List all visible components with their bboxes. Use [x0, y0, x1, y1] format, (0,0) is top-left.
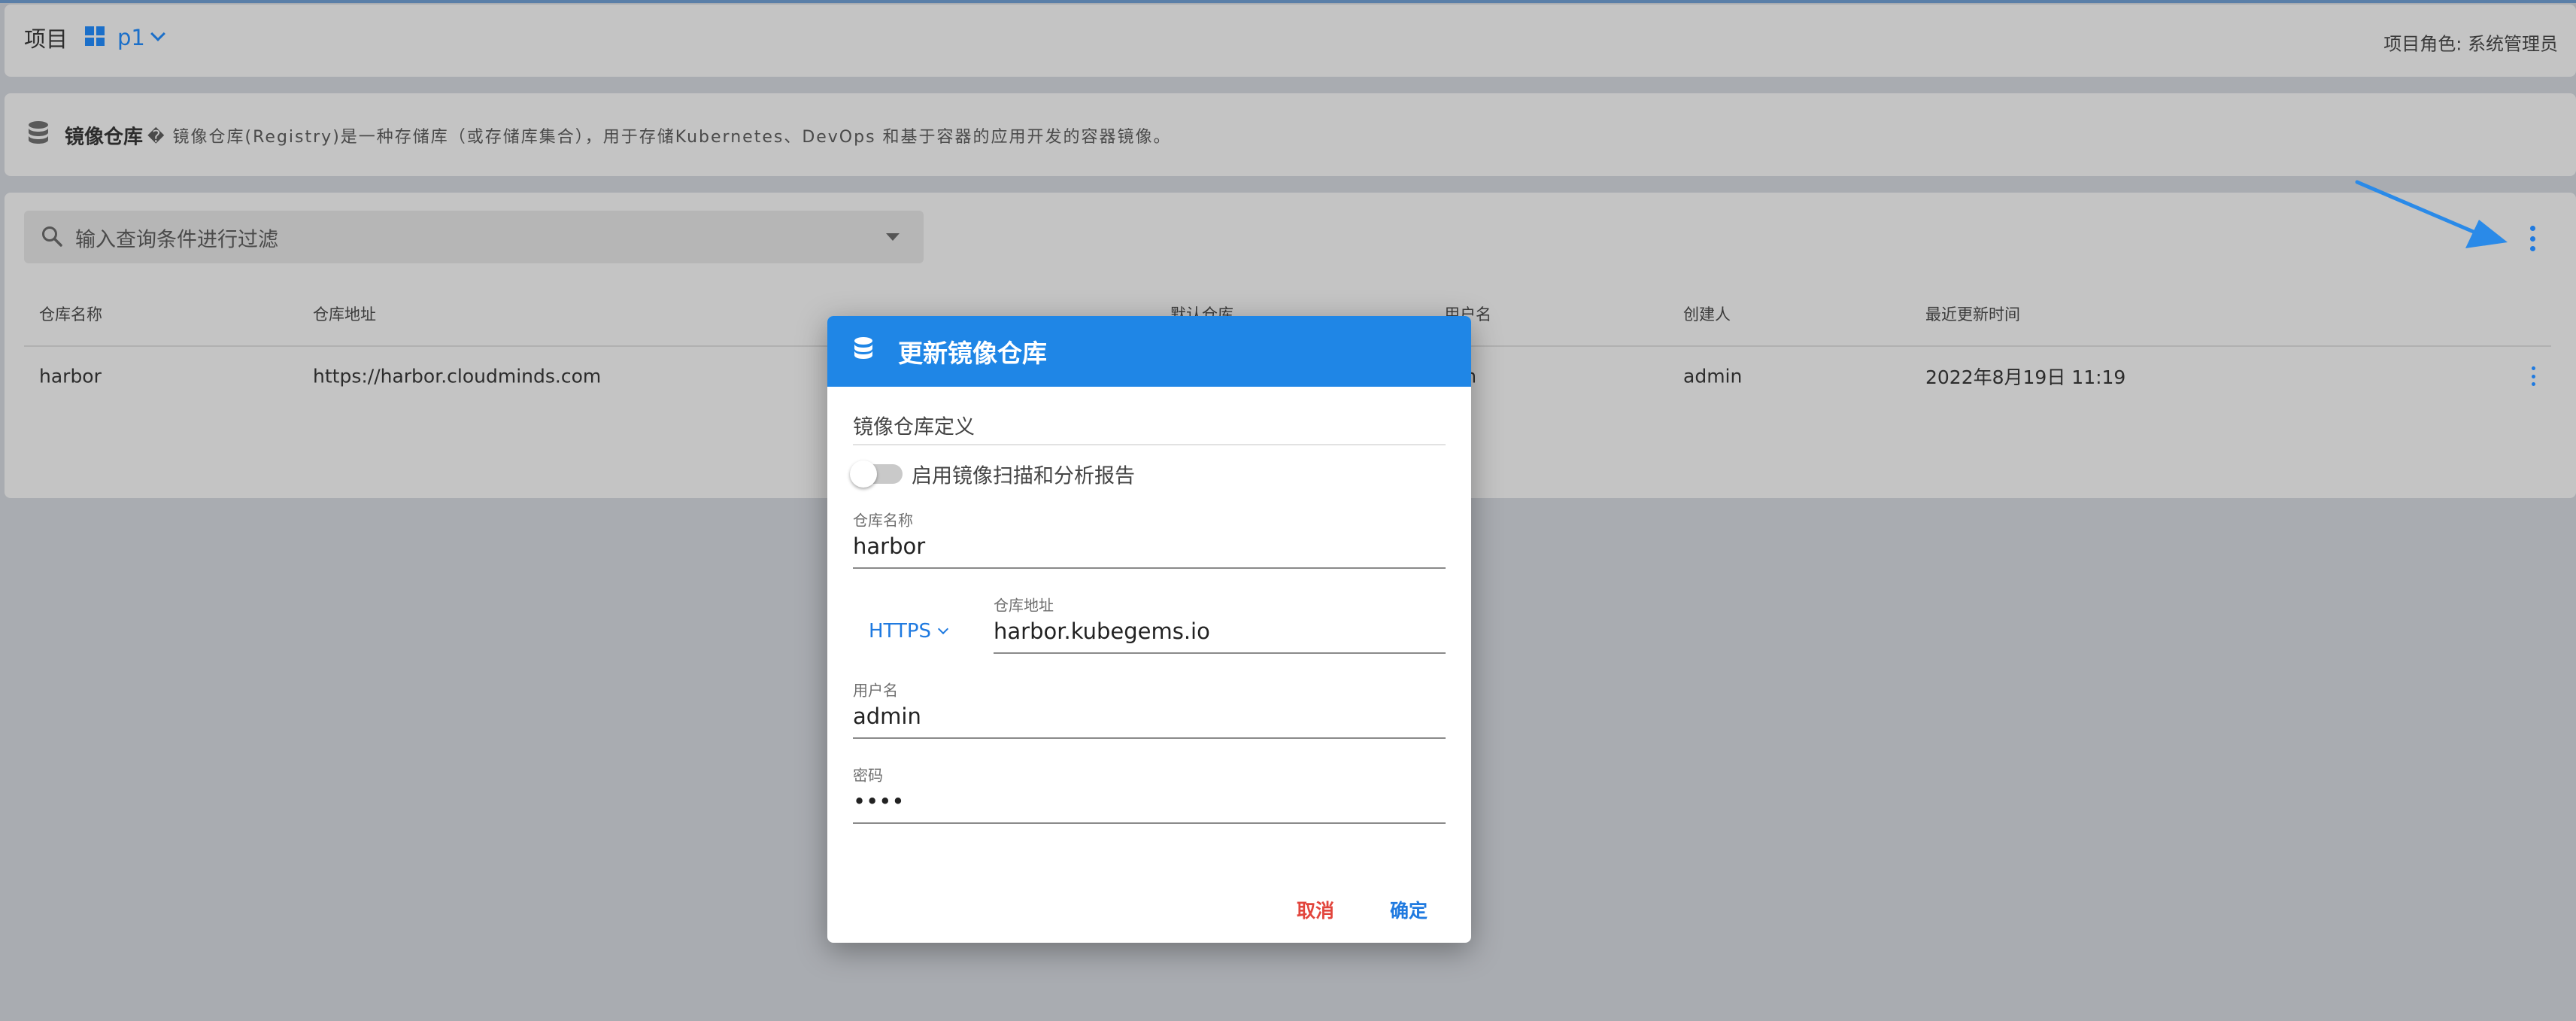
username-field[interactable]: admin	[853, 703, 921, 729]
grid-icon	[85, 26, 105, 46]
chevron-down-icon[interactable]	[937, 623, 949, 635]
dialog-title: 更新镜像仓库	[898, 339, 1047, 368]
more-vertical-icon[interactable]	[2528, 366, 2538, 386]
column-header: 最近更新时间	[1925, 305, 2020, 324]
scan-toggle-thumb[interactable]	[850, 460, 877, 488]
registry-title: 镜像仓库	[65, 126, 144, 149]
table-cell-name: harbor	[39, 365, 102, 387]
top-accent-line	[0, 0, 2576, 3]
section-divider	[853, 444, 1446, 445]
database-icon	[29, 121, 48, 144]
database-icon	[854, 337, 872, 359]
username-field-underline	[853, 737, 1446, 739]
scan-toggle-label: 启用镜像扫描和分析报告	[912, 464, 1135, 488]
column-header: 仓库名称	[39, 305, 102, 324]
username-field-label: 用户名	[853, 681, 898, 700]
column-header: 创建人	[1683, 305, 1731, 324]
section-title: 镜像仓库定义	[853, 415, 975, 439]
search-icon	[42, 226, 62, 247]
table-cell-creator: admin	[1683, 365, 1743, 387]
name-field-underline	[853, 567, 1446, 569]
name-field[interactable]: harbor	[853, 533, 925, 559]
table-cell-address: https://harbor.cloudminds.com	[313, 365, 602, 387]
cancel-button[interactable]: 取消	[1297, 896, 1334, 923]
filter-placeholder[interactable]: 输入查询条件进行过滤	[75, 223, 278, 253]
protocol-select[interactable]: HTTPS	[869, 620, 931, 643]
more-vertical-icon[interactable]	[2523, 226, 2541, 251]
password-field-underline	[853, 822, 1446, 824]
project-selector[interactable]: p1	[117, 25, 145, 50]
address-field[interactable]: harbor.kubegems.io	[994, 618, 1210, 644]
confirm-button[interactable]: 确定	[1390, 896, 1428, 923]
password-field[interactable]: ••••	[853, 789, 904, 814]
caret-down-icon[interactable]	[886, 233, 900, 241]
registry-description: � 镜像仓库(Registry)是一种存储库（或存储库集合），用于存储Kuber…	[147, 128, 1172, 147]
project-label: 项目	[24, 26, 68, 52]
table-cell-updated: 2022年8月19日 11:19	[1925, 366, 2126, 388]
password-field-label: 密码	[853, 766, 883, 785]
project-header-card	[5, 5, 2576, 77]
address-field-label: 仓库地址	[994, 596, 1054, 615]
column-header: 仓库地址	[313, 305, 376, 324]
address-field-underline	[994, 652, 1446, 654]
name-field-label: 仓库名称	[853, 511, 913, 530]
arrow-annotation-icon	[2355, 180, 2508, 248]
project-role: 项目角色: 系统管理员	[2383, 33, 2558, 55]
update-registry-dialog: 更新镜像仓库 镜像仓库定义 启用镜像扫描和分析报告 仓库名称 harbor HT…	[827, 316, 1471, 943]
